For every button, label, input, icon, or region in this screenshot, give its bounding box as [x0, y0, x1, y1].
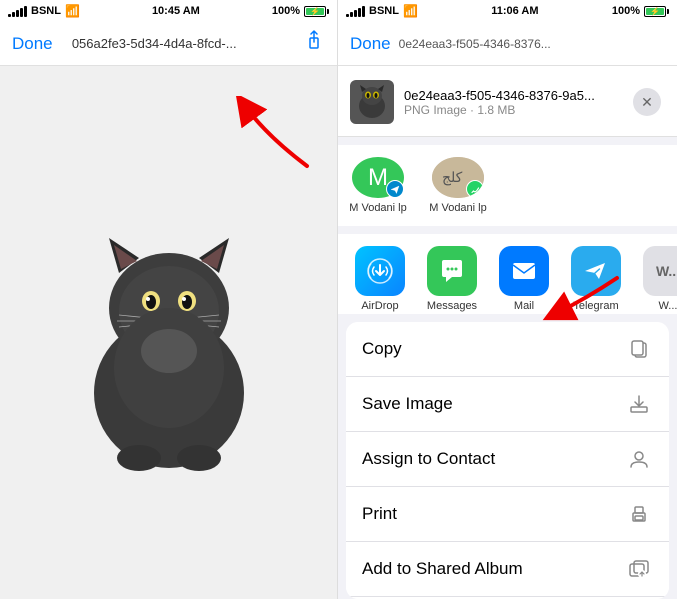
share-filename: 0e24eaa3-f505-4346-8376-9a5... — [404, 88, 623, 103]
carrier-left: BSNL — [31, 5, 61, 17]
telegram-badge — [386, 180, 404, 198]
contact-label-telegram: M Vodani lp — [349, 202, 406, 214]
copy-label: Copy — [362, 339, 625, 359]
signal-bars-right — [346, 6, 365, 17]
left-nav-bar: Done 056a2fe3-5d34-4d4a-8fcd-... — [0, 22, 337, 66]
rbar2 — [350, 12, 353, 17]
cat-image — [59, 193, 279, 473]
battery-tip-left — [327, 9, 329, 14]
share-button-left[interactable] — [303, 30, 325, 58]
telegram-label: Telegram — [573, 300, 618, 312]
airdrop-icon — [355, 246, 405, 296]
app-item-messages[interactable]: Messages — [422, 246, 482, 312]
battery-bolt-right: ⚡ — [650, 7, 660, 16]
rbar1 — [346, 14, 349, 17]
left-panel: BSNL 📶 10:45 AM 100% ⚡ Done 056a2fe3-5d3… — [0, 0, 338, 599]
print-icon — [625, 500, 653, 528]
more-label: W... — [659, 300, 677, 312]
battery-pct-left: 100% — [272, 5, 300, 17]
messages-icon — [427, 246, 477, 296]
left-image-area — [0, 66, 337, 599]
left-status-left: BSNL 📶 — [8, 4, 80, 18]
bar4 — [20, 8, 23, 17]
share-filetype: PNG Image · 1.8 MB — [404, 103, 623, 117]
battery-right: ⚡ — [644, 6, 669, 17]
right-status-bar: BSNL 📶 11:06 AM 100% ⚡ — [338, 0, 677, 22]
shared-album-label: Add to Shared Album — [362, 559, 625, 579]
mail-icon — [499, 246, 549, 296]
messages-label: Messages — [427, 300, 477, 312]
shared-album-icon — [625, 555, 653, 583]
action-assign-contact[interactable]: Assign to Contact — [346, 432, 669, 487]
rbar4 — [358, 8, 361, 17]
apps-row: AirDrop Messages — [338, 234, 677, 314]
save-image-label: Save Image — [362, 394, 625, 414]
battery-body-left: ⚡ — [304, 6, 326, 17]
signal-bars-left — [8, 6, 27, 17]
battery-bolt-left: ⚡ — [310, 7, 320, 16]
share-info: 0e24eaa3-f505-4346-8376-9a5... PNG Image… — [404, 88, 623, 117]
copy-icon — [625, 335, 653, 363]
red-arrow-left — [227, 96, 317, 181]
bar2 — [12, 12, 15, 17]
carrier-right: BSNL — [369, 5, 399, 17]
whatsapp-badge — [466, 180, 484, 198]
telegram-icon — [571, 246, 621, 296]
assign-contact-label: Assign to Contact — [362, 449, 625, 469]
battery-left: ⚡ — [304, 6, 329, 17]
time-left: 10:45 AM — [152, 5, 200, 17]
left-status-right-group: 100% ⚡ — [272, 5, 329, 17]
print-label: Print — [362, 504, 625, 524]
wifi-icon-left: 📶 — [65, 4, 80, 18]
rbar5 — [362, 6, 365, 17]
airdrop-label: AirDrop — [361, 300, 398, 312]
time-right: 11:06 AM — [491, 5, 538, 17]
svg-text:كلج: كلج — [442, 171, 463, 186]
right-status-left-group: BSNL 📶 — [346, 4, 418, 18]
done-button-right-partial[interactable]: Done — [350, 34, 391, 54]
more-icon: W... — [643, 246, 677, 296]
assign-contact-icon — [625, 445, 653, 473]
bar5 — [24, 6, 27, 17]
app-item-airdrop[interactable]: AirDrop — [350, 246, 410, 312]
battery-body-right: ⚡ — [644, 6, 666, 17]
action-print[interactable]: Print — [346, 487, 669, 542]
left-nav-title: 056a2fe3-5d34-4d4a-8fcd-... — [72, 36, 292, 51]
contact-label-whatsapp: M Vodani lp — [429, 202, 486, 214]
share-sheet: Done 0e24eaa3-f505-4346-8376... — [338, 22, 677, 599]
contacts-row: M M Vodani lp كلج — [338, 145, 677, 226]
share-close-button[interactable]: ✕ — [633, 88, 661, 116]
mail-label: Mail — [514, 300, 534, 312]
right-status-right: 100% ⚡ — [612, 5, 669, 17]
done-button-left[interactable]: Done — [12, 34, 53, 54]
action-list: Copy Save Image Assign t — [346, 322, 669, 599]
action-copy[interactable]: Copy — [346, 322, 669, 377]
bar1 — [8, 14, 11, 17]
save-image-icon — [625, 390, 653, 418]
battery-tip-right — [667, 9, 669, 14]
battery-pct-right: 100% — [612, 5, 640, 17]
app-item-mail[interactable]: Mail — [494, 246, 554, 312]
bar3 — [16, 10, 19, 17]
contact-avatar-img: كلج — [432, 157, 484, 198]
contact-avatar-m: M — [352, 157, 404, 198]
action-save-image[interactable]: Save Image — [346, 377, 669, 432]
share-header: Done 0e24eaa3-f505-4346-8376... — [338, 22, 677, 137]
left-status-bar: BSNL 📶 10:45 AM 100% ⚡ — [0, 0, 337, 22]
rbar3 — [354, 10, 357, 17]
action-shared-album[interactable]: Add to Shared Album — [346, 542, 669, 597]
app-item-telegram[interactable]: Telegram — [566, 246, 626, 312]
share-thumbnail — [350, 80, 394, 124]
contact-item-whatsapp[interactable]: كلج M Vodani lp — [418, 157, 498, 214]
thumbnail-cat — [352, 82, 392, 122]
contact-item-telegram[interactable]: M M Vodani lp — [338, 157, 418, 214]
nav-title-right-partial: 0e24eaa3-f505-4346-8376... — [399, 37, 551, 51]
app-item-more[interactable]: W... W... — [638, 246, 677, 312]
wifi-icon-right: 📶 — [403, 4, 418, 18]
right-panel: BSNL 📶 11:06 AM 100% ⚡ Done 0e24eaa3-f50… — [338, 0, 677, 599]
